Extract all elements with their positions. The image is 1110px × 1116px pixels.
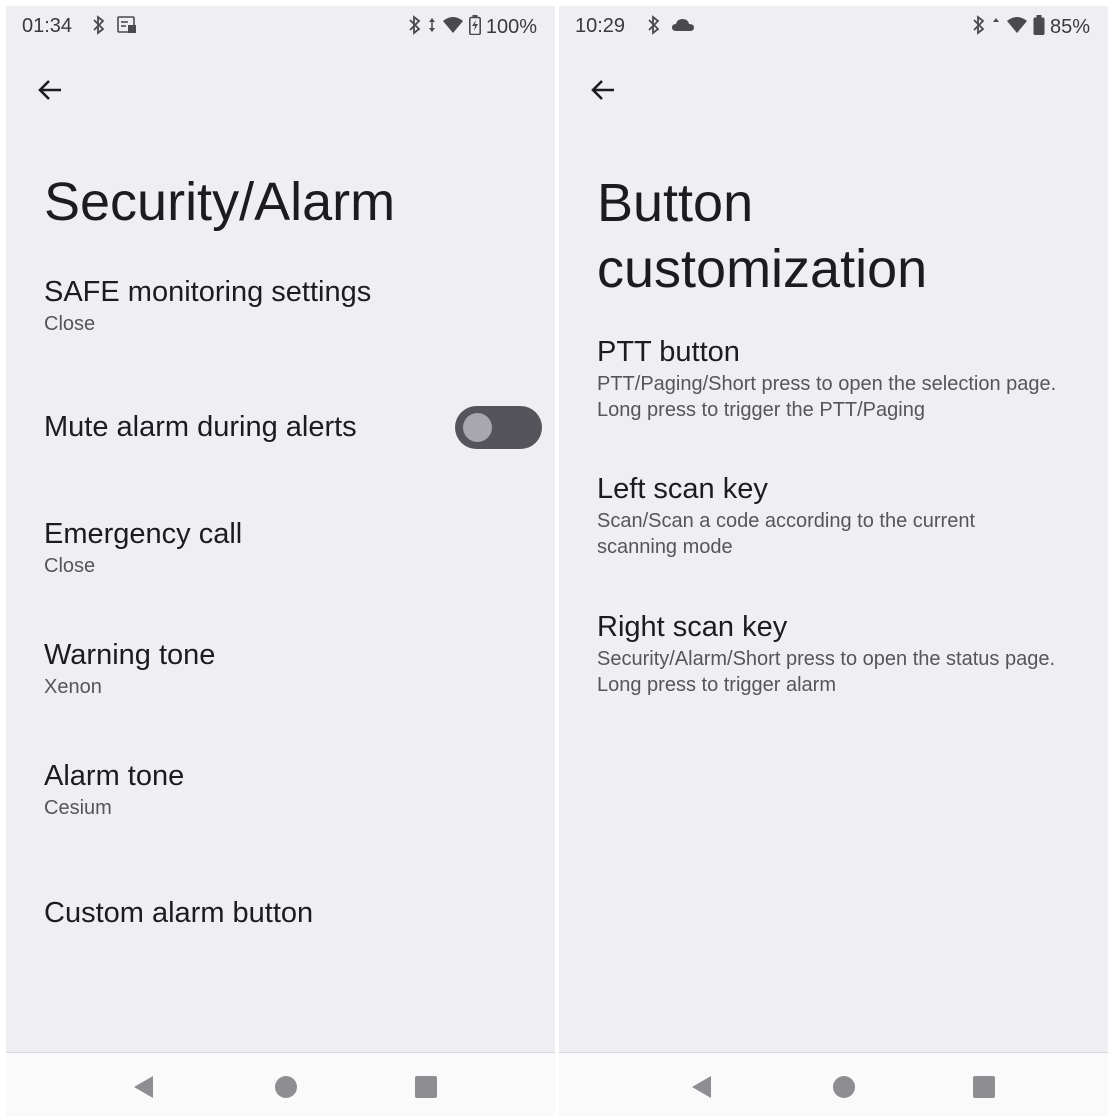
bluetooth-icon xyxy=(408,15,422,39)
nav-home-button[interactable] xyxy=(830,1073,858,1101)
battery-percentage: 100% xyxy=(485,15,537,38)
pref-summary: Security/Alarm/Short press to open the s… xyxy=(597,648,1056,696)
status-bar: 01:34 100% xyxy=(6,6,555,46)
status-time: 10:29 xyxy=(575,15,626,37)
pref-title: Warning tone xyxy=(44,639,216,671)
page-title: Security/Alarm xyxy=(44,172,396,232)
ptt-button-item[interactable]: PTT button PTT/Paging/Short press to ope… xyxy=(597,334,1088,423)
settings-screen-security-alarm: 01:34 100% Security/Alarm SAFE monitorin… xyxy=(6,6,555,1116)
pref-title: Left scan key xyxy=(597,473,768,505)
pref-title: SAFE monitoring settings xyxy=(44,276,372,308)
back-arrow-icon xyxy=(591,80,614,100)
battery-charging-icon xyxy=(468,15,481,39)
bluetooth-icon xyxy=(92,15,106,39)
pref-summary: Cesium xyxy=(44,797,112,819)
pref-summary: Xenon xyxy=(44,676,102,698)
back-button[interactable] xyxy=(30,70,70,110)
nav-back-button[interactable] xyxy=(130,1073,158,1101)
right-scan-key-item[interactable]: Right scan key Security/Alarm/Short pres… xyxy=(597,609,1088,698)
left-scan-key-item[interactable]: Left scan key Scan/Scan a code according… xyxy=(597,471,1088,560)
nav-back-button[interactable] xyxy=(688,1073,716,1101)
nav-recents-button[interactable] xyxy=(970,1073,998,1101)
mute-alarm-toggle[interactable] xyxy=(455,406,542,449)
pref-summary: PTT/Paging/Short press to open the selec… xyxy=(597,373,1057,421)
data-arrows-icon xyxy=(427,15,437,39)
pref-title: Mute alarm during alerts xyxy=(44,411,357,443)
pref-summary: Close xyxy=(44,313,96,335)
nav-recents-icon xyxy=(415,1076,437,1098)
cloud-icon xyxy=(671,15,695,39)
status-right-icons: 85% xyxy=(972,15,1090,39)
status-left-icons xyxy=(92,15,138,39)
settings-screen-button-customization: 10:29 85% Button customization PTT butto… xyxy=(559,6,1108,1116)
battery-icon xyxy=(1033,15,1045,39)
back-arrow-icon xyxy=(38,80,61,100)
nav-home-icon xyxy=(833,1076,855,1098)
navigation-bar xyxy=(559,1052,1108,1116)
status-left-icons xyxy=(647,15,695,39)
nav-back-icon xyxy=(692,1076,711,1098)
page-title: Button customization xyxy=(597,173,928,299)
bluetooth-icon xyxy=(647,15,661,39)
pref-summary: Scan/Scan a code according to the curren… xyxy=(597,510,976,558)
mute-alarm-item[interactable]: Mute alarm during alerts xyxy=(44,409,435,445)
navigation-bar xyxy=(6,1052,555,1116)
nav-home-button[interactable] xyxy=(272,1073,300,1101)
bluetooth-icon xyxy=(972,15,986,39)
nav-recents-icon xyxy=(973,1076,995,1098)
safe-monitoring-settings-item[interactable]: SAFE monitoring settings Close xyxy=(44,274,535,337)
alarm-tone-item[interactable]: Alarm tone Cesium xyxy=(44,758,535,821)
pref-title: Right scan key xyxy=(597,611,788,643)
custom-alarm-button-item[interactable]: Custom alarm button xyxy=(44,895,535,931)
data-arrows-icon xyxy=(991,15,1001,39)
screenshot-icon xyxy=(116,15,138,39)
status-bar: 10:29 85% xyxy=(559,6,1108,46)
nav-recents-button[interactable] xyxy=(412,1073,440,1101)
wifi-icon xyxy=(1006,15,1028,39)
toggle-thumb xyxy=(463,413,492,442)
battery-percentage: 85% xyxy=(1049,15,1090,38)
pref-title: Emergency call xyxy=(44,518,243,550)
pref-title: PTT button xyxy=(597,336,740,368)
wifi-icon xyxy=(442,15,464,39)
status-right-icons: 100% xyxy=(408,15,537,39)
emergency-call-item[interactable]: Emergency call Close xyxy=(44,516,535,579)
nav-home-icon xyxy=(275,1076,297,1098)
warning-tone-item[interactable]: Warning tone Xenon xyxy=(44,637,535,700)
pref-summary: Close xyxy=(44,555,96,577)
status-time: 01:34 xyxy=(22,15,73,37)
pref-title: Custom alarm button xyxy=(44,897,314,929)
back-button[interactable] xyxy=(583,70,623,110)
pref-title: Alarm tone xyxy=(44,760,185,792)
nav-back-icon xyxy=(134,1076,153,1098)
